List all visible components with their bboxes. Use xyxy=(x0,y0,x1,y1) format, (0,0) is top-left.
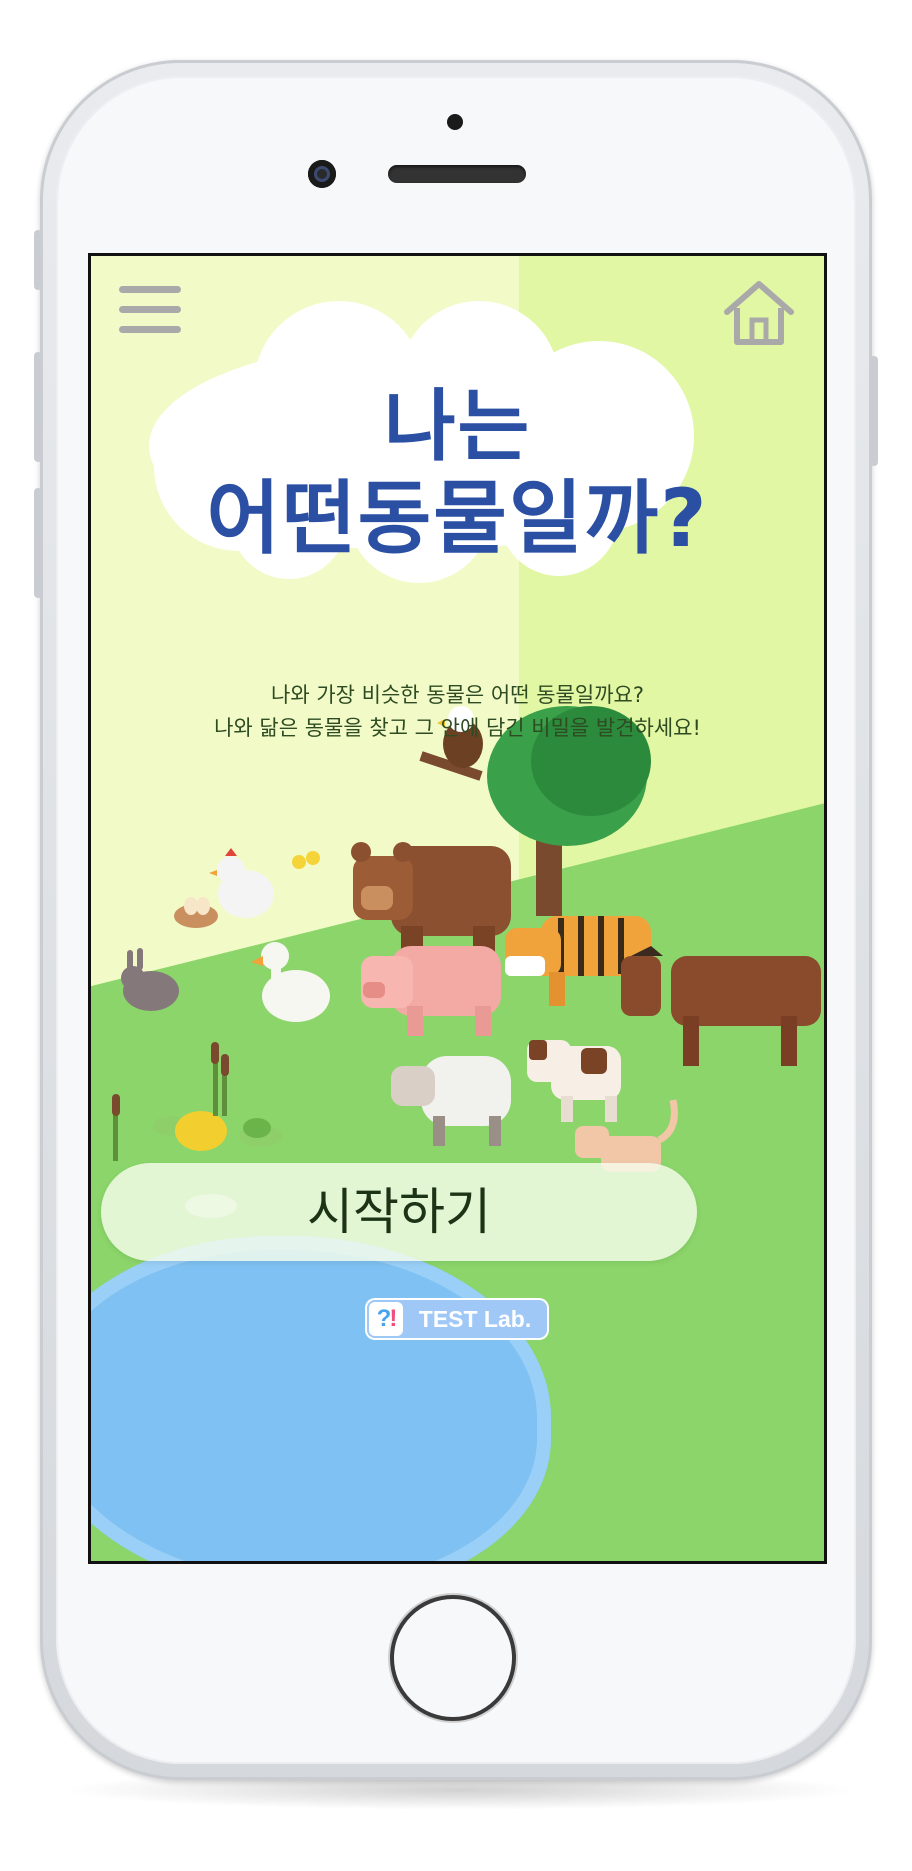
power-button xyxy=(870,356,878,466)
chick xyxy=(292,855,306,869)
logo-text: TEST Lab. xyxy=(418,1305,532,1332)
chick xyxy=(306,851,320,865)
sheep xyxy=(391,1056,511,1146)
frog xyxy=(175,1111,227,1151)
egg xyxy=(184,897,198,915)
cattail xyxy=(211,1042,219,1064)
rabbit xyxy=(121,948,179,1011)
dog xyxy=(527,1040,621,1122)
volume-up-button xyxy=(34,352,42,462)
app-screen: 나는 어떤동물일까? 나와 가장 비슷한 동물은 어떤 동물일까요? 나와 닮은… xyxy=(88,253,827,1564)
bear xyxy=(351,842,511,956)
mute-switch xyxy=(34,230,42,290)
phone-home-button[interactable] xyxy=(390,1595,516,1721)
subtitle-line2: 나와 닮은 동물을 찾고 그 안에 담긴 비밀을 발견하세요! xyxy=(214,716,701,740)
volume-down-button xyxy=(34,488,42,598)
proximity-sensor xyxy=(447,114,463,130)
cat xyxy=(575,1099,678,1172)
start-button[interactable]: 시작하기 xyxy=(101,1163,697,1261)
horse xyxy=(621,946,821,1066)
front-camera xyxy=(308,160,336,188)
home-icon[interactable] xyxy=(723,280,795,346)
frog xyxy=(243,1118,271,1138)
page-title-line2: 어떤동물일까? xyxy=(206,472,709,565)
cattail xyxy=(112,1094,120,1116)
chicken xyxy=(209,848,274,918)
logo-mark: ?! xyxy=(369,1302,403,1336)
cattail xyxy=(221,1054,229,1076)
duck xyxy=(251,942,330,1022)
earpiece-speaker xyxy=(388,165,526,183)
pig xyxy=(361,946,501,1036)
subtitle-line1: 나와 가장 비슷한 동물은 어떤 동물일까요? xyxy=(271,683,644,707)
test-lab-logo: ?! TEST Lab. xyxy=(367,1300,547,1338)
egg xyxy=(196,897,210,915)
